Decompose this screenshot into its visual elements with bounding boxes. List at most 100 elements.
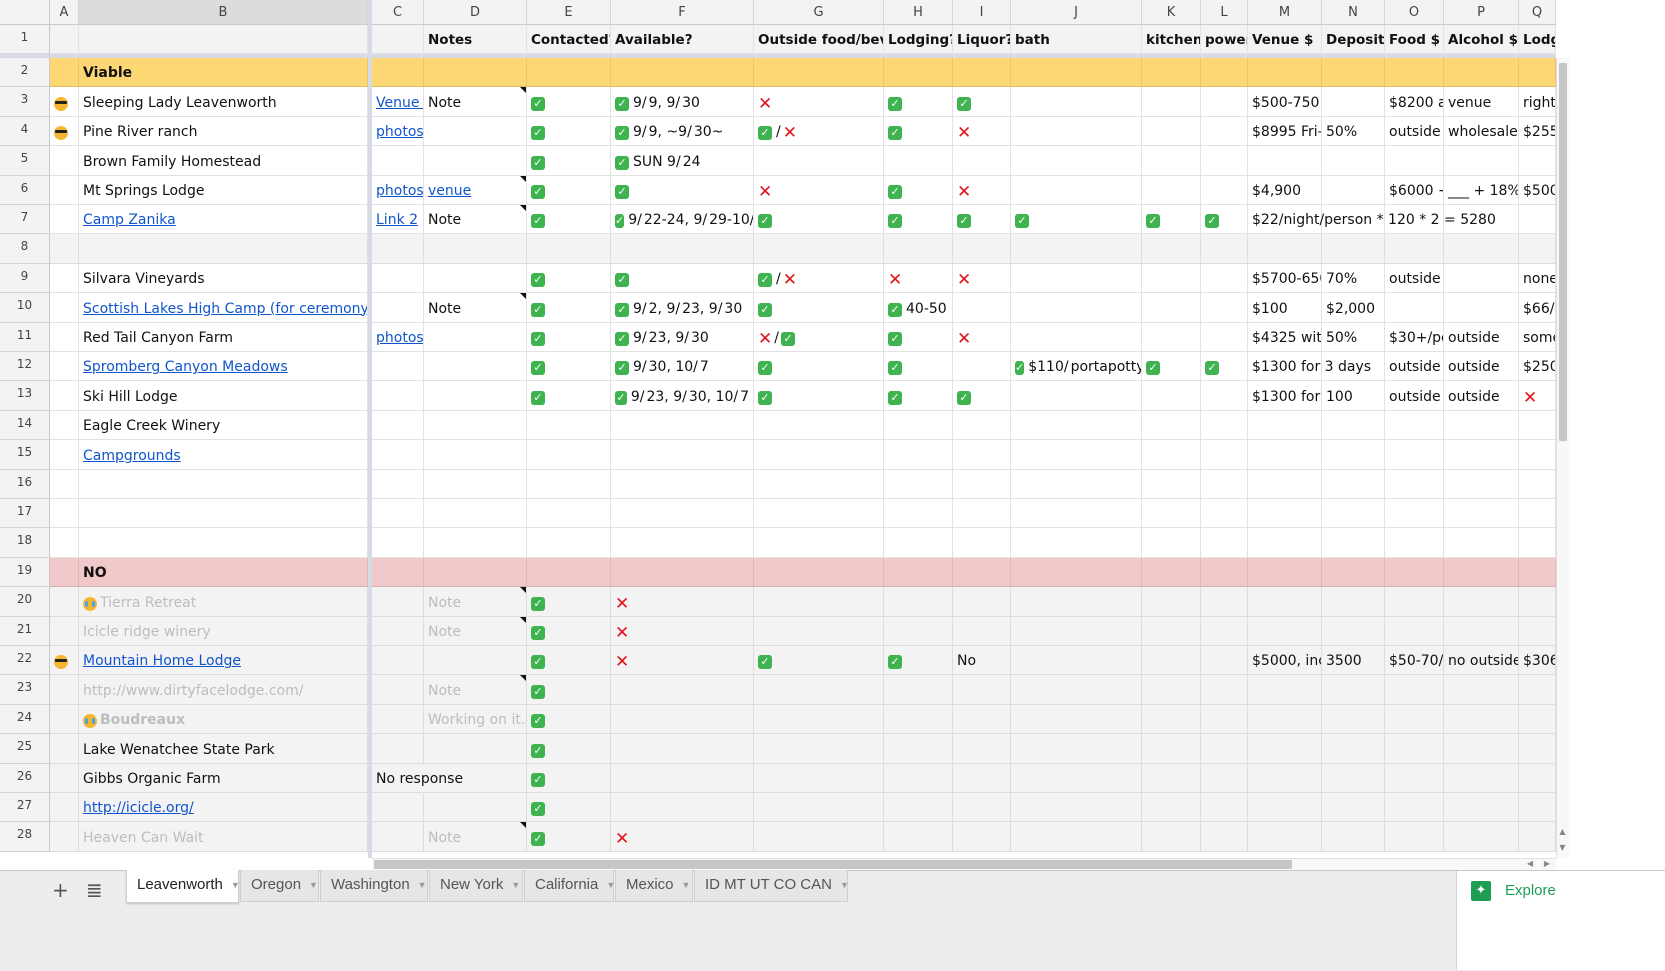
cell-g14[interactable] — [754, 410, 884, 441]
dropdown-caret-icon[interactable]: ▼ — [682, 880, 691, 890]
cell-o23[interactable] — [1385, 675, 1444, 705]
cell-c2[interactable] — [372, 58, 424, 88]
cell-n25[interactable] — [1322, 734, 1385, 764]
cell-k25[interactable] — [1142, 734, 1201, 764]
row-header-20[interactable]: 20 — [0, 587, 50, 617]
cell-b28[interactable]: Heaven Can Wait — [79, 822, 368, 852]
row-header-26[interactable]: 26 — [0, 763, 50, 793]
cell-q3[interactable]: right — [1519, 87, 1556, 117]
cell-l13[interactable] — [1201, 381, 1248, 411]
cell-e13[interactable]: ✓ — [527, 381, 611, 411]
cell-q28[interactable] — [1519, 822, 1556, 852]
cell-g26[interactable] — [754, 763, 884, 793]
cell-m24[interactable] — [1248, 704, 1322, 735]
cell-n26[interactable] — [1322, 763, 1385, 793]
cell-h6[interactable]: ✓ — [884, 175, 953, 205]
cell-h24[interactable] — [884, 704, 953, 735]
cell-a21[interactable] — [50, 616, 79, 646]
cell-o13[interactable]: outside — [1385, 381, 1444, 411]
cell-e7[interactable]: ✓ — [527, 205, 611, 235]
cell-c16[interactable] — [372, 469, 424, 499]
cell-a18[interactable] — [50, 528, 79, 558]
cell-q26[interactable] — [1519, 763, 1556, 793]
cell-e28[interactable]: ✓ — [527, 822, 611, 852]
cell-p8[interactable] — [1444, 234, 1519, 264]
cell-j6[interactable] — [1011, 175, 1142, 205]
cell-a22[interactable] — [50, 646, 79, 676]
cell-m28[interactable] — [1248, 822, 1322, 852]
row-header-16[interactable]: 16 — [0, 469, 50, 499]
row-header-23[interactable]: 23 — [0, 675, 50, 705]
column-header-n[interactable]: N — [1322, 0, 1385, 25]
row-header-21[interactable]: 21 — [0, 616, 50, 646]
cell-q2[interactable] — [1519, 58, 1556, 88]
cell-f26[interactable] — [611, 763, 754, 793]
cell-o21[interactable] — [1385, 616, 1444, 646]
cell-a28[interactable] — [50, 822, 79, 852]
cell-d2[interactable] — [424, 58, 527, 88]
cell-m26[interactable] — [1248, 763, 1322, 793]
cell-p18[interactable] — [1444, 528, 1519, 558]
cell-j16[interactable] — [1011, 469, 1142, 499]
cell-a15[interactable] — [50, 440, 79, 470]
cell-f16[interactable] — [611, 469, 754, 499]
cell-f25[interactable] — [611, 734, 754, 764]
cell-b3[interactable]: Sleeping Lady Leavenworth — [79, 87, 368, 117]
cell-l27[interactable] — [1201, 793, 1248, 823]
cell-p14[interactable] — [1444, 410, 1519, 441]
cell-f10[interactable]: ✓ 9/2, 9/23, 9/30 — [611, 293, 754, 323]
cell-m9[interactable]: $5700-6500 — [1248, 263, 1322, 294]
cell-b18[interactable] — [79, 528, 368, 558]
cell-f7[interactable]: ✓9/22-24, 9/29-10/1 — [611, 205, 754, 235]
cell-p15[interactable] — [1444, 440, 1519, 470]
cell-g21[interactable] — [754, 616, 884, 646]
scroll-left-arrow[interactable]: ◀ — [1523, 858, 1537, 870]
cell-c15[interactable] — [372, 440, 424, 470]
row-header-11[interactable]: 11 — [0, 322, 50, 352]
cell-h22[interactable]: ✓ — [884, 646, 953, 676]
cell-e22[interactable]: ✓ — [527, 646, 611, 676]
cell-h4[interactable]: ✓ — [884, 116, 953, 147]
cell-a11[interactable] — [50, 322, 79, 352]
cell-h16[interactable] — [884, 469, 953, 499]
cell-l14[interactable] — [1201, 410, 1248, 441]
cell-c7[interactable]: Link 2 — [372, 205, 424, 235]
cell-o2[interactable] — [1385, 58, 1444, 88]
cell-a8[interactable] — [50, 234, 79, 264]
cell-q25[interactable] — [1519, 734, 1556, 764]
cell-g13[interactable]: ✓ — [754, 381, 884, 411]
cell-q23[interactable] — [1519, 675, 1556, 705]
cell-h3[interactable]: ✓ — [884, 87, 953, 117]
cell-o26[interactable] — [1385, 763, 1444, 793]
cell-f14[interactable] — [611, 410, 754, 441]
cell-k22[interactable] — [1142, 646, 1201, 676]
cell-p27[interactable] — [1444, 793, 1519, 823]
cell-l7[interactable]: ✓ — [1201, 205, 1248, 235]
cell-g4[interactable]: ✓ / ✕ — [754, 116, 884, 147]
dropdown-caret-icon[interactable]: ▼ — [606, 880, 615, 890]
cell-l4[interactable] — [1201, 116, 1248, 147]
cell-d10[interactable]: Note — [424, 293, 527, 323]
cell-m13[interactable]: $1300 for 1: — [1248, 381, 1322, 411]
cell-c9[interactable] — [372, 263, 424, 294]
cell-i21[interactable] — [953, 616, 1011, 646]
cell-l19[interactable] — [1201, 557, 1248, 588]
cell-b11[interactable]: Red Tail Canyon Farm — [79, 322, 368, 352]
cell-f17[interactable] — [611, 499, 754, 529]
cell-f20[interactable]: ✕ — [611, 587, 754, 617]
cell-b22[interactable]: Mountain Home Lodge — [79, 646, 368, 676]
cell-n15[interactable] — [1322, 440, 1385, 470]
cell-n2[interactable] — [1322, 58, 1385, 88]
cell-g15[interactable] — [754, 440, 884, 470]
cell-d4[interactable] — [424, 116, 527, 147]
cell-h10[interactable]: ✓ 40-50 — [884, 293, 953, 323]
cell-e26[interactable]: ✓ — [527, 763, 611, 793]
sheet-tab-new-york[interactable]: New York ▼ — [429, 870, 523, 902]
cell-m12[interactable]: $1300 for 3 days — [1248, 352, 1371, 382]
cell-o28[interactable] — [1385, 822, 1444, 852]
cell-q15[interactable] — [1519, 440, 1556, 470]
cell-m18[interactable] — [1248, 528, 1322, 558]
cell-n16[interactable] — [1322, 469, 1385, 499]
cell-e20[interactable]: ✓ — [527, 587, 611, 617]
cell-j11[interactable] — [1011, 322, 1142, 352]
